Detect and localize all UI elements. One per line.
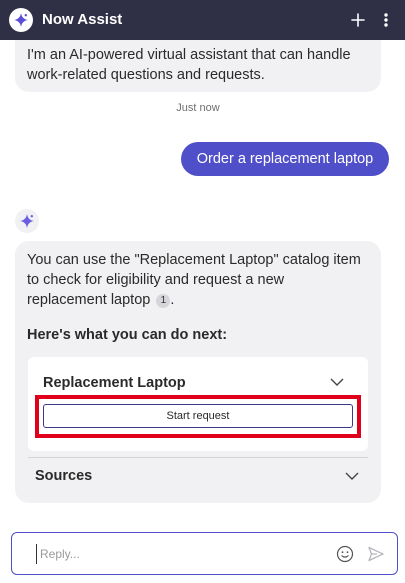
next-steps-heading: Here's what you can do next: <box>27 327 228 343</box>
sparkle-icon <box>15 209 39 233</box>
chevron-down-icon[interactable] <box>344 468 360 484</box>
message-timestamp: Just now <box>176 102 220 114</box>
more-vertical-icon[interactable] <box>376 9 396 31</box>
emoji-icon[interactable] <box>336 545 354 563</box>
sources-toggle[interactable]: Sources <box>35 468 92 484</box>
user-message-text: Order a replacement laptop <box>196 151 374 167</box>
citation-badge[interactable]: 1 <box>156 294 171 308</box>
sparkle-icon <box>9 8 33 32</box>
start-request-button[interactable]: Start request <box>43 404 353 428</box>
response-body: You can use the "Replacement Laptop" cat… <box>27 252 361 308</box>
response-text: You can use the "Replacement Laptop" cat… <box>27 250 367 310</box>
response-period: . <box>170 292 175 308</box>
assistant-response: You can use the "Replacement Laptop" cat… <box>15 241 381 503</box>
assistant-intro-message: I'm an AI-powered virtual assistant that… <box>15 40 381 92</box>
app-header: Now Assist <box>0 0 405 40</box>
chevron-down-icon[interactable] <box>329 374 345 390</box>
user-message: Order a replacement laptop <box>181 142 389 176</box>
app-title: Now Assist <box>42 11 123 28</box>
divider <box>28 457 368 458</box>
catalog-item-card: Replacement Laptop Start request <box>28 357 368 451</box>
card-title: Replacement Laptop <box>43 375 186 391</box>
start-request-label: Start request <box>166 410 230 422</box>
intro-text: I'm an AI-powered virtual assistant that… <box>27 47 351 83</box>
send-icon[interactable] <box>367 545 385 563</box>
plus-icon[interactable] <box>348 9 368 31</box>
reply-composer <box>11 532 398 575</box>
reply-input[interactable] <box>36 544 306 564</box>
